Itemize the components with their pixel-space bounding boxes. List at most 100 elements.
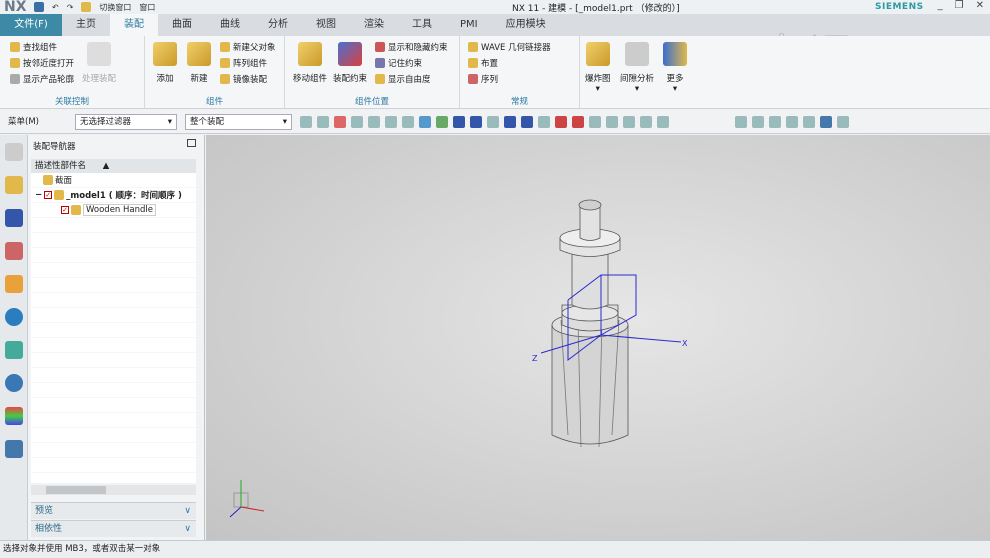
sequence-button[interactable]: 序列 bbox=[468, 73, 498, 85]
wave-linker-button[interactable]: WAVE 几何链接器 bbox=[468, 41, 551, 53]
new-component-button[interactable]: 新建 bbox=[187, 42, 211, 84]
assembly-constraints-button[interactable]: 装配约束 bbox=[333, 42, 367, 84]
settings-icon[interactable] bbox=[4, 143, 23, 161]
tool-icon[interactable] bbox=[606, 116, 618, 128]
tool-icon[interactable] bbox=[504, 116, 516, 128]
minimize-icon[interactable]: _ bbox=[938, 0, 943, 11]
exploded-view-button[interactable]: 爆炸图 ▾ bbox=[585, 42, 611, 94]
tree-node-model1[interactable]: − ✓ _model1 ( 顺序：时间顺序 ) bbox=[35, 189, 182, 201]
part-navigator-icon[interactable] bbox=[4, 242, 23, 260]
add-component-button[interactable]: 添加 bbox=[153, 42, 177, 84]
tool-icon[interactable] bbox=[317, 116, 329, 128]
open-by-proximity-button[interactable]: 按邻近度打开 bbox=[10, 57, 74, 69]
web-browser-icon[interactable] bbox=[4, 341, 23, 359]
preview-panel[interactable]: 预览 ∨ bbox=[31, 502, 196, 519]
tab-assembly[interactable]: 装配 bbox=[110, 14, 158, 36]
tool-icon[interactable] bbox=[487, 116, 499, 128]
ribbon: 查找组件 按邻近度打开 显示产品轮廓 处理装配 关联控制 添加 新建 新建父对象… bbox=[0, 36, 990, 109]
restore-icon[interactable]: ❐ bbox=[955, 0, 964, 11]
tool-icon[interactable] bbox=[351, 116, 363, 128]
tool-icon[interactable] bbox=[786, 116, 798, 128]
tool-icon[interactable] bbox=[300, 116, 312, 128]
roles-icon[interactable] bbox=[4, 440, 23, 458]
tool-icon[interactable] bbox=[436, 116, 448, 128]
clearance-analysis-button[interactable]: 间隙分析 ▾ bbox=[620, 42, 654, 94]
tool-icon[interactable] bbox=[803, 116, 815, 128]
model-view: X Z bbox=[229, 199, 688, 518]
snap-tools bbox=[300, 116, 674, 128]
reuse-library-icon[interactable] bbox=[4, 275, 23, 293]
tree-node-section[interactable]: 截面 bbox=[43, 174, 72, 186]
remember-constraints-button[interactable]: 记住约束 bbox=[375, 57, 422, 69]
graphics-viewport[interactable]: X Z bbox=[206, 135, 990, 540]
menu-button[interactable]: 菜单(M) bbox=[8, 115, 39, 127]
constraint-navigator-icon[interactable] bbox=[4, 209, 23, 227]
redo-icon[interactable]: ↷ bbox=[67, 3, 74, 12]
window-menu-button[interactable]: 窗口 bbox=[139, 2, 155, 13]
tool-icon[interactable] bbox=[657, 116, 669, 128]
tab-curve[interactable]: 曲线 bbox=[206, 14, 254, 36]
resource-bar bbox=[0, 135, 28, 540]
history-icon[interactable] bbox=[4, 374, 23, 392]
tool-icon[interactable] bbox=[368, 116, 380, 128]
tab-view[interactable]: 视图 bbox=[302, 14, 350, 36]
mirror-assembly-button[interactable]: 镜像装配 bbox=[220, 73, 267, 85]
selection-scope-dropdown[interactable]: 整个装配 bbox=[185, 114, 292, 130]
tool-icon[interactable] bbox=[402, 116, 414, 128]
tool-icon[interactable] bbox=[589, 116, 601, 128]
tool-icon[interactable] bbox=[334, 116, 346, 128]
tab-home[interactable]: 主页 bbox=[62, 14, 110, 36]
tool-icon[interactable] bbox=[521, 116, 533, 128]
tool-icon[interactable] bbox=[572, 116, 584, 128]
tool-icon[interactable] bbox=[419, 116, 431, 128]
selection-icon[interactable] bbox=[81, 2, 92, 12]
tool-icon[interactable] bbox=[470, 116, 482, 128]
dependencies-panel[interactable]: 相依性 ∨ bbox=[31, 520, 196, 537]
show-dof-button[interactable]: 显示自由度 bbox=[375, 73, 431, 85]
tool-icon[interactable] bbox=[555, 116, 567, 128]
tool-icon[interactable] bbox=[837, 116, 849, 128]
selection-filter-dropdown[interactable]: 无选择过滤器 bbox=[75, 114, 177, 130]
show-product-outline-button[interactable]: 显示产品轮廓 bbox=[10, 73, 74, 85]
group-association-control: 查找组件 按邻近度打开 显示产品轮廓 处理装配 关联控制 bbox=[0, 36, 145, 109]
new-parent-button[interactable]: 新建父对象 bbox=[220, 41, 276, 53]
tool-icon[interactable] bbox=[820, 116, 832, 128]
arrangement-button[interactable]: 布置 bbox=[468, 57, 498, 69]
close-icon[interactable]: ✕ bbox=[976, 0, 984, 11]
assembly-navigator-icon[interactable] bbox=[4, 176, 23, 194]
more-button[interactable]: 更多 ▾ bbox=[663, 42, 687, 94]
tab-analysis[interactable]: 分析 bbox=[254, 14, 302, 36]
horizontal-scrollbar[interactable] bbox=[31, 485, 196, 495]
tool-icon[interactable] bbox=[538, 116, 550, 128]
tab-tools[interactable]: 工具 bbox=[398, 14, 446, 36]
palette-icon[interactable] bbox=[4, 407, 23, 425]
siemens-logo: SIEMENS bbox=[875, 2, 924, 12]
save-icon[interactable] bbox=[34, 2, 44, 12]
tab-application[interactable]: 应用模块 bbox=[492, 14, 560, 36]
tool-icon[interactable] bbox=[769, 116, 781, 128]
group-label: 组件位置 bbox=[354, 97, 389, 107]
tab-file[interactable]: 文件(F) bbox=[0, 14, 62, 36]
tab-render[interactable]: 渲染 bbox=[350, 14, 398, 36]
tool-icon[interactable] bbox=[752, 116, 764, 128]
tab-pmi[interactable]: PMI bbox=[446, 14, 492, 36]
view-triad bbox=[229, 480, 265, 518]
maximize-icon[interactable] bbox=[187, 139, 196, 147]
column-header[interactable]: 描述性部件名 ▲ bbox=[31, 159, 196, 173]
move-component-button[interactable]: 移动组件 bbox=[293, 42, 327, 84]
process-assembly-button[interactable]: 处理装配 bbox=[82, 42, 116, 84]
tree-node-wooden-handle[interactable]: ✓ Wooden Handle bbox=[61, 204, 156, 216]
tool-icon[interactable] bbox=[453, 116, 465, 128]
find-component-button[interactable]: 查找组件 bbox=[10, 41, 57, 53]
tab-surface[interactable]: 曲面 bbox=[158, 14, 206, 36]
tool-icon[interactable] bbox=[640, 116, 652, 128]
switch-window-button[interactable]: 切换窗口 bbox=[99, 2, 131, 13]
info-icon[interactable] bbox=[4, 308, 23, 326]
tool-icon[interactable] bbox=[385, 116, 397, 128]
show-hide-constraints-button[interactable]: 显示和隐藏约束 bbox=[375, 41, 448, 53]
tool-icon[interactable] bbox=[735, 116, 747, 128]
tool-icon[interactable] bbox=[623, 116, 635, 128]
undo-icon[interactable]: ↶ bbox=[52, 3, 59, 12]
view-tools bbox=[735, 116, 854, 128]
pattern-component-button[interactable]: 阵列组件 bbox=[220, 57, 267, 69]
